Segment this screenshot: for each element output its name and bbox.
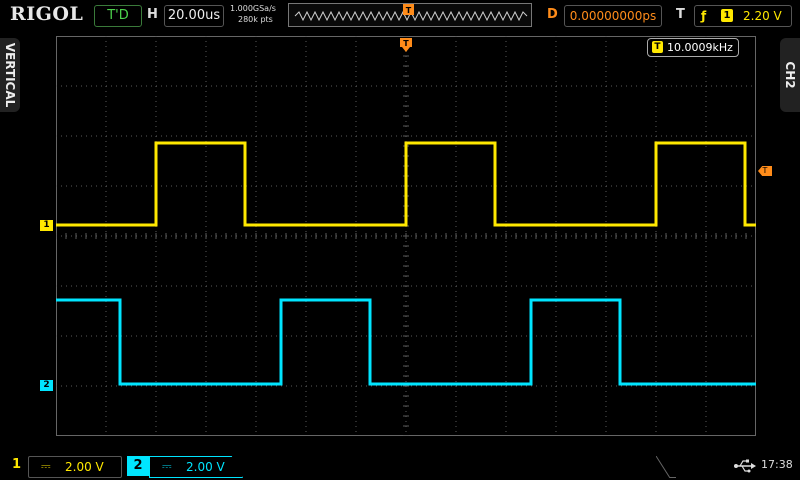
svg-text:T: T bbox=[406, 6, 412, 15]
trigger-source-badge: 1 bbox=[721, 9, 733, 22]
timebase-value[interactable]: 20.00us bbox=[164, 5, 224, 27]
vertical-menu-tab[interactable]: VERTICAL bbox=[0, 38, 20, 112]
trigger-position-label: T bbox=[403, 39, 409, 48]
dc-coupling-icon: ⎓ bbox=[41, 459, 51, 473]
trigger-label: T bbox=[676, 7, 685, 22]
horizontal-label: H bbox=[147, 7, 158, 22]
trigger-level-marker[interactable]: T bbox=[758, 166, 772, 176]
run-state-button[interactable]: T'D bbox=[94, 5, 142, 27]
trigger-freq-icon: T bbox=[652, 41, 663, 53]
ch1-label[interactable]: 1 bbox=[12, 457, 21, 472]
ch2-tab-label: CH2 bbox=[783, 61, 797, 89]
clock: 17:38 bbox=[761, 458, 793, 471]
bottom-bar-divider bbox=[656, 456, 676, 478]
ch2-offset-marker[interactable]: 2 bbox=[40, 380, 53, 391]
vertical-tab-label: VERTICAL bbox=[3, 42, 17, 108]
memory-depth: 280k pts bbox=[238, 15, 273, 24]
delay-label: D bbox=[547, 7, 558, 22]
frequency-measurement[interactable]: T 10.0009kHz bbox=[647, 38, 739, 57]
waveform-display[interactable] bbox=[56, 36, 756, 436]
ch2-label[interactable]: 2 bbox=[127, 456, 149, 476]
ch1-settings[interactable]: ⎓ 2.00 V bbox=[28, 456, 122, 478]
ch1-scale: 2.00 V bbox=[65, 460, 104, 474]
ch1-waveform bbox=[56, 141, 756, 227]
delay-value[interactable]: 0.00000000ps bbox=[564, 5, 662, 27]
dc-coupling-icon: ⎓ bbox=[162, 459, 172, 473]
brand-logo: RIGOL bbox=[10, 3, 84, 25]
ch1-offset-marker[interactable]: 1 bbox=[40, 220, 53, 231]
ch2-scale: 2.00 V bbox=[186, 460, 225, 474]
memory-overview-bar[interactable]: T bbox=[288, 3, 532, 27]
usb-icon bbox=[734, 459, 756, 473]
frequency-value: 10.0009kHz bbox=[667, 41, 733, 54]
trigger-position-marker[interactable]: T bbox=[400, 38, 412, 52]
sample-rate: 1.000GSa/s bbox=[230, 4, 276, 13]
trigger-level-value: 2.20 V bbox=[743, 9, 782, 23]
ch2-settings[interactable]: ⎓ 2.00 V bbox=[149, 456, 243, 478]
rising-edge-icon: ƒ bbox=[701, 9, 707, 23]
ch2-menu-tab[interactable]: CH2 bbox=[780, 38, 800, 112]
trigger-settings[interactable]: ƒ 1 2.20 V bbox=[694, 5, 792, 27]
memory-overview-waveform: T bbox=[294, 4, 528, 22]
